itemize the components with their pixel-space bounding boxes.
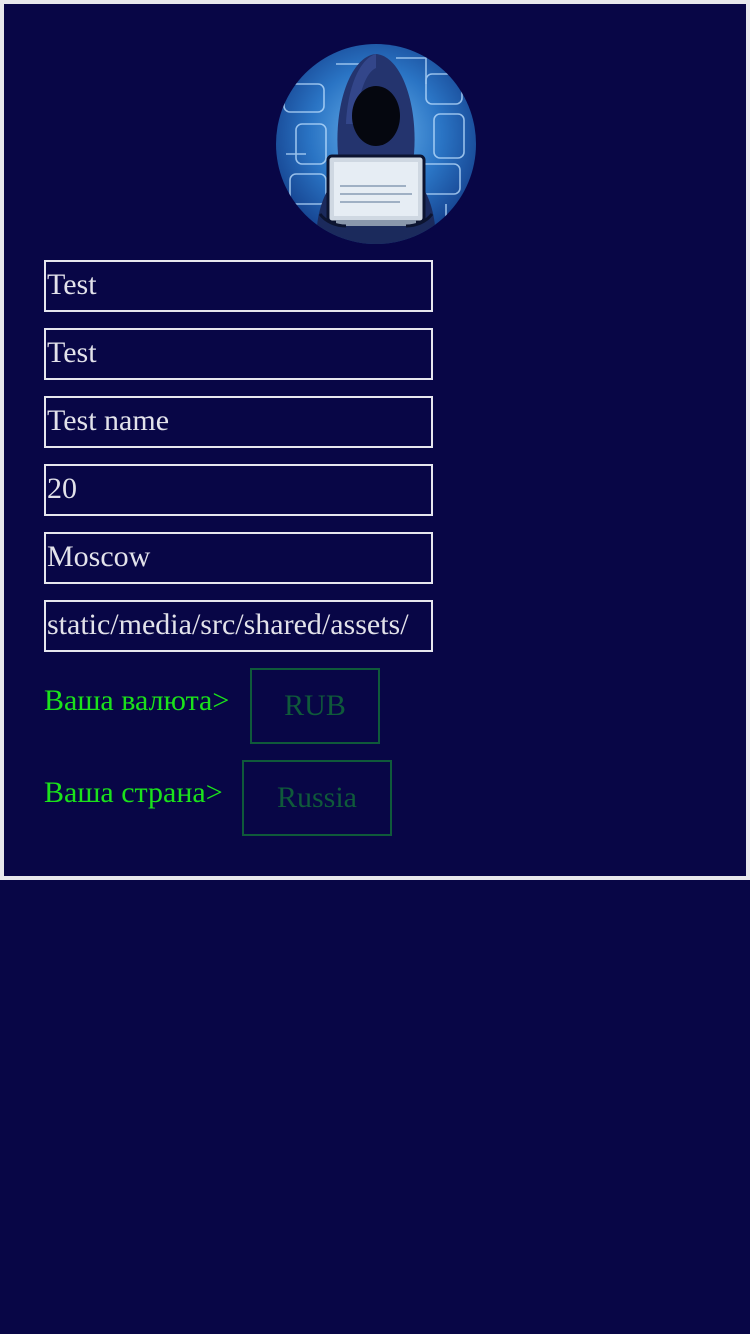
country-select-button[interactable]: Russia [242,760,392,836]
currency-select-button[interactable]: RUB [250,668,380,744]
country-label: Ваша страна> [44,776,223,809]
hacker-avatar-icon [276,44,476,244]
age-field[interactable]: 20 [44,464,433,516]
city-field[interactable]: Moscow [44,532,433,584]
last-name-field[interactable]: Test [44,328,433,380]
profile-panel: Test Test Test name 20 Moscow static/med… [0,0,750,880]
avatar-path-field[interactable]: static/media/src/shared/assets/ [44,600,433,652]
currency-label: Ваша валюта> [44,684,230,717]
first-name-field[interactable]: Test [44,260,433,312]
username-field[interactable]: Test name [44,396,433,448]
